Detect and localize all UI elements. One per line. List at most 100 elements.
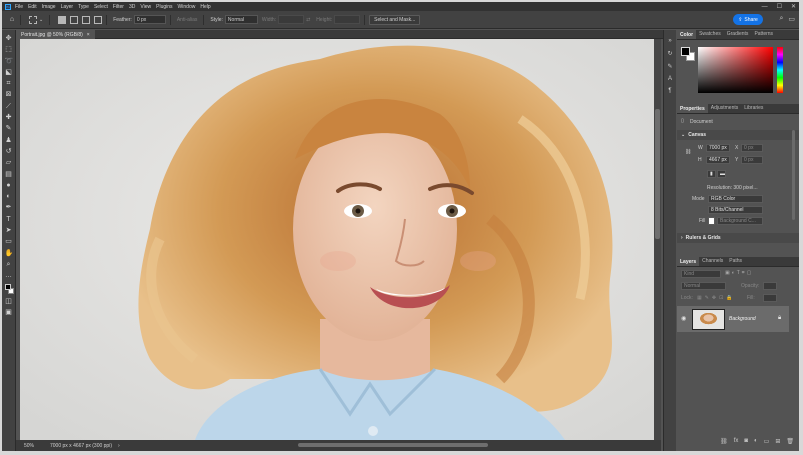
- bit-depth-select[interactable]: 8 Bits/Channel: [708, 206, 763, 214]
- history-brush-tool-icon[interactable]: ↺: [5, 148, 13, 156]
- paragraph-panel-icon[interactable]: ¶: [668, 88, 671, 94]
- color-swatches-icon[interactable]: [4, 283, 14, 295]
- tab-swatches[interactable]: Swatches: [696, 31, 724, 39]
- maximize-button[interactable]: ☐: [777, 3, 782, 10]
- fill-opacity-input[interactable]: [763, 294, 777, 302]
- fill-color-swatch[interactable]: [708, 217, 715, 225]
- clone-stamp-tool-icon[interactable]: ♟: [5, 137, 13, 145]
- landscape-orientation-icon[interactable]: ▬: [717, 170, 726, 178]
- quick-mask-icon[interactable]: ◫: [5, 298, 13, 306]
- marquee-preset-icon[interactable]: [29, 15, 37, 24]
- pen-tool-icon[interactable]: ✒: [5, 204, 13, 212]
- marquee-tool-icon[interactable]: ⬚: [5, 46, 13, 54]
- new-layer-icon[interactable]: ⊞: [775, 438, 780, 445]
- canvas-y-input[interactable]: 0 px: [741, 156, 763, 164]
- workspace-icon[interactable]: ▭: [788, 15, 795, 23]
- tab-patterns[interactable]: Patterns: [751, 31, 776, 39]
- move-tool-icon[interactable]: ✥: [5, 35, 13, 43]
- new-group-icon[interactable]: ▭: [764, 438, 770, 445]
- lock-icons[interactable]: ▦✎✥⊡🔒: [697, 295, 736, 301]
- foreground-color-swatch[interactable]: [681, 47, 690, 56]
- link-dimensions-icon[interactable]: ⛓: [685, 149, 691, 155]
- delete-layer-icon[interactable]: 🗑︎: [786, 438, 794, 445]
- style-select[interactable]: Normal: [224, 15, 258, 24]
- menu-layer[interactable]: Layer: [61, 4, 74, 10]
- tab-color[interactable]: Color: [677, 30, 697, 39]
- eraser-tool-icon[interactable]: ▱: [5, 159, 13, 167]
- layer-kind-filter[interactable]: Kind: [681, 270, 721, 278]
- minimize-button[interactable]: —: [762, 4, 768, 10]
- document-tab[interactable]: Portrait.jpg @ 50% (RGB/8) ×: [16, 30, 95, 39]
- horizontal-scroll-thumb[interactable]: [298, 443, 488, 447]
- menu-view[interactable]: View: [140, 4, 151, 10]
- document-info[interactable]: 7000 px x 4667 px (300 ppi): [50, 443, 112, 449]
- chevron-down-icon[interactable]: ⌄: [39, 17, 43, 23]
- collapse-panels-icon[interactable]: »: [668, 38, 671, 44]
- screen-mode-icon[interactable]: ▣: [5, 309, 13, 317]
- feather-input[interactable]: 0 px: [133, 15, 166, 24]
- eyedropper-tool-icon[interactable]: ⟋: [5, 103, 13, 111]
- blend-mode-select[interactable]: Normal: [681, 282, 726, 290]
- anti-alias-checkbox[interactable]: Anti-alias: [177, 17, 198, 23]
- share-button[interactable]: ⇪ Share: [733, 14, 763, 25]
- hand-tool-icon[interactable]: ✋: [5, 250, 14, 258]
- menu-select[interactable]: Select: [94, 4, 108, 10]
- tab-layers[interactable]: Layers: [677, 257, 700, 266]
- path-selection-tool-icon[interactable]: ➤: [5, 227, 13, 235]
- vertical-scrollbar[interactable]: [654, 39, 661, 440]
- menu-3d[interactable]: 3D: [129, 4, 135, 10]
- adjustment-layer-icon[interactable]: ◐: [754, 438, 758, 444]
- document-canvas[interactable]: [20, 39, 654, 440]
- tab-adjustments[interactable]: Adjustments: [708, 105, 742, 113]
- canvas-section-header[interactable]: ⌄ Canvas: [677, 130, 799, 140]
- menu-plugins[interactable]: Plugins: [156, 4, 172, 10]
- height-input[interactable]: [334, 15, 361, 24]
- menu-edit[interactable]: Edit: [28, 4, 37, 10]
- gradient-tool-icon[interactable]: ▤: [5, 171, 13, 179]
- rectangle-tool-icon[interactable]: ▭: [5, 238, 13, 246]
- zoom-tool-icon[interactable]: ⌕: [5, 261, 13, 269]
- brush-settings-icon[interactable]: ✎: [667, 63, 672, 70]
- portrait-orientation-icon[interactable]: ▮: [707, 170, 716, 178]
- add-mask-icon[interactable]: ◙: [744, 438, 748, 444]
- new-selection-icon[interactable]: [58, 15, 67, 24]
- intersect-selection-icon[interactable]: [94, 15, 103, 24]
- menu-filter[interactable]: Filter: [113, 4, 124, 10]
- select-and-mask-button[interactable]: Select and Mask...: [369, 14, 421, 25]
- menu-image[interactable]: Image: [42, 4, 56, 10]
- blur-tool-icon[interactable]: ●: [5, 182, 13, 190]
- tab-channels[interactable]: Channels: [699, 258, 726, 266]
- frame-tool-icon[interactable]: ⊠: [5, 91, 13, 99]
- opacity-input[interactable]: [763, 282, 777, 290]
- search-icon[interactable]: ⌕: [779, 15, 783, 23]
- lasso-tool-icon[interactable]: ➰: [5, 58, 14, 66]
- menu-file[interactable]: File: [15, 4, 23, 10]
- history-panel-icon[interactable]: ↻: [667, 50, 672, 57]
- canvas-x-input[interactable]: 0 px: [741, 144, 763, 152]
- color-picker-field[interactable]: [698, 47, 773, 93]
- crop-tool-icon[interactable]: ⌗: [5, 80, 13, 88]
- close-window-button[interactable]: ✕: [791, 3, 796, 10]
- dodge-tool-icon[interactable]: ◐: [5, 193, 13, 201]
- tab-properties[interactable]: Properties: [677, 104, 708, 113]
- link-layers-icon[interactable]: ⛓: [720, 438, 728, 445]
- swap-icon[interactable]: ⇄: [306, 17, 310, 23]
- vertical-scroll-thumb[interactable]: [655, 109, 660, 239]
- menu-window[interactable]: Window: [178, 4, 196, 10]
- fill-select[interactable]: Background C...: [717, 217, 763, 225]
- menu-help[interactable]: Help: [200, 4, 210, 10]
- brush-tool-icon[interactable]: ✎: [5, 125, 13, 133]
- home-icon[interactable]: ⌂: [8, 16, 16, 24]
- layer-row-background[interactable]: ◉ Background 🔒︎: [677, 306, 789, 332]
- layer-style-icon[interactable]: fx: [734, 438, 739, 444]
- add-to-selection-icon[interactable]: [70, 15, 79, 24]
- canvas-height-input[interactable]: 4667 px: [706, 156, 730, 164]
- character-panel-icon[interactable]: A: [668, 76, 672, 82]
- status-arrow-icon[interactable]: ›: [118, 443, 120, 449]
- menu-type[interactable]: Type: [78, 4, 89, 10]
- properties-scrollbar[interactable]: [792, 130, 795, 220]
- layer-filter-icons[interactable]: ▣◐T⌗▢: [725, 270, 753, 276]
- rulers-grids-section-header[interactable]: › Rulers & Grids: [677, 233, 799, 243]
- subtract-from-selection-icon[interactable]: [82, 15, 91, 24]
- canvas-width-input[interactable]: 7000 px: [706, 144, 730, 152]
